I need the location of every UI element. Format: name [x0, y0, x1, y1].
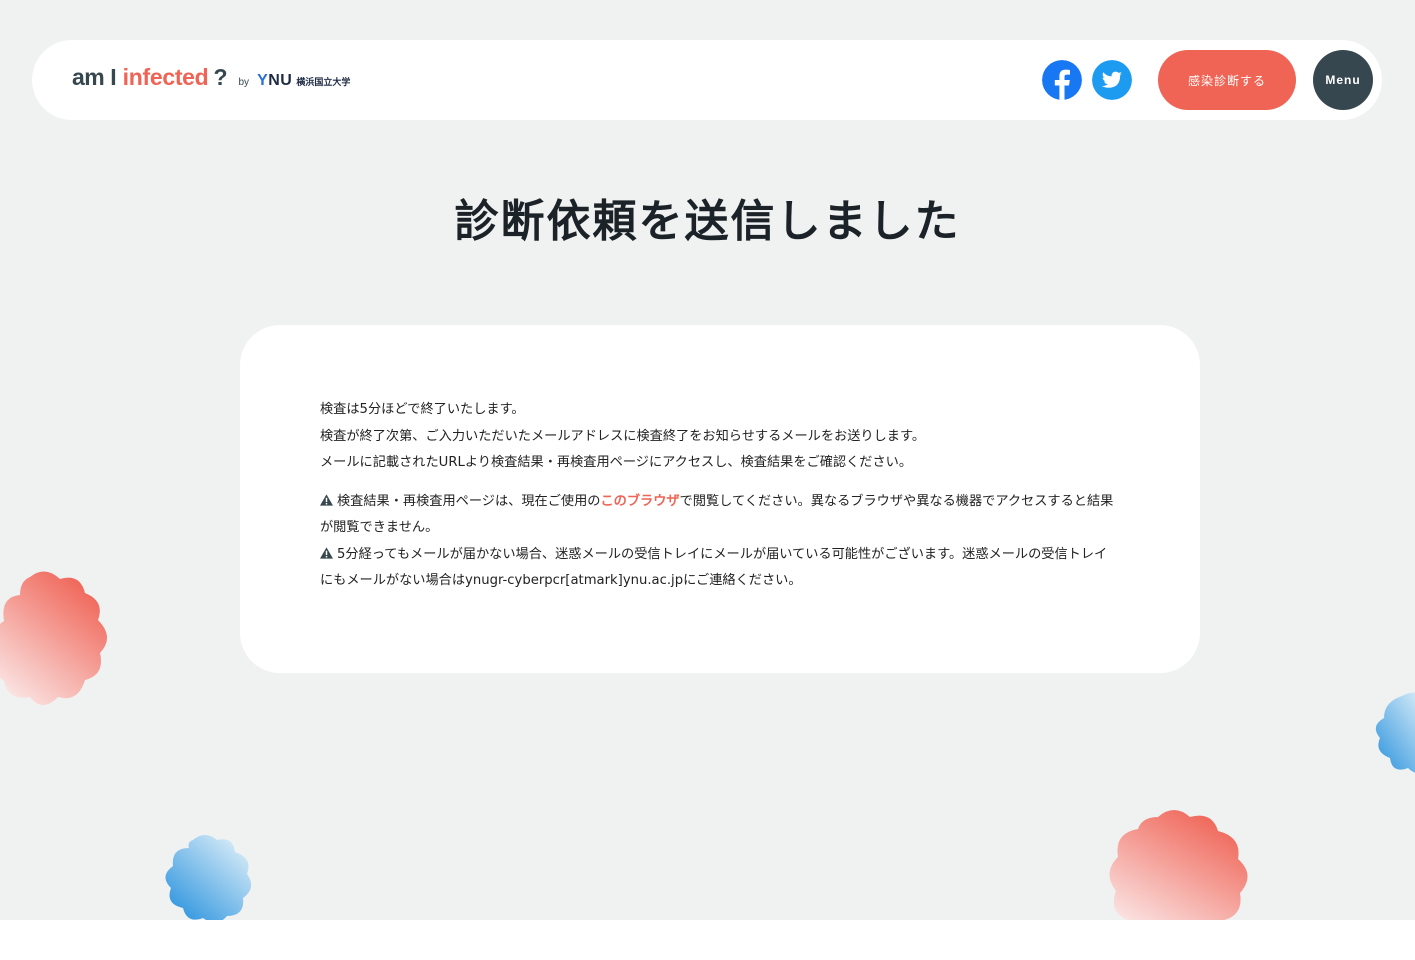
logo-am-text: am [72, 64, 105, 90]
site-logo[interactable]: am I infected ? by YNU 横浜国立大学 [72, 64, 350, 96]
diagnose-button[interactable]: 感染診断する [1158, 50, 1296, 110]
logo-infected-text: infected [122, 64, 209, 90]
message-line: 検査が終了次第、ご入力いただいたメールアドレスに検査終了をお知らせするメールをお… [320, 428, 926, 444]
notes: 検査結果・再検査用ページは、現在ご使用のこのブラウザで閲覧してください。異なるブ… [320, 489, 1120, 595]
logo-by-text: by [238, 77, 250, 88]
logo-i-text: I [110, 64, 117, 90]
email-note: 5分経ってもメールが届かない場合、迷惑メールの受信トレイにメールが届いている可能… [320, 542, 1120, 595]
ynu-logo-y: Y [257, 72, 269, 89]
logo-question-mark: ? [213, 64, 228, 90]
decorative-blue-blob-right [1375, 692, 1415, 773]
message-body: 検査は5分ほどで終了いたします。 検査が終了次第、ご入力いただいたメールアドレス… [320, 397, 1120, 595]
facebook-icon[interactable] [1042, 60, 1082, 100]
warning-icon [320, 546, 333, 559]
message-line: メールに記載されたURLより検査結果・再検査用ページにアクセスし、検査結果をご確… [320, 455, 913, 470]
ynu-logo-nu: NU [268, 72, 293, 89]
decorative-red-blob-bottom-right [1109, 810, 1248, 920]
email-note-text: 5分経ってもメールが届かない場合、迷惑メールの受信トレイにメールが届いている可能… [320, 546, 1108, 589]
browser-note-text-pre: 検査結果・再検査用ページは、現在ご使用の [337, 493, 601, 509]
this-browser-emphasis: このブラウザ [600, 493, 680, 509]
menu-button[interactable]: Menu [1313, 50, 1373, 110]
warning-icon [320, 493, 333, 506]
ynu-logo: YNU [257, 72, 292, 90]
message-line: 検査は5分ほどで終了いたします。 [320, 402, 525, 417]
twitter-icon[interactable] [1092, 60, 1132, 100]
browser-note: 検査結果・再検査用ページは、現在ご使用のこのブラウザで閲覧してください。異なるブ… [320, 489, 1120, 542]
page-title: 診断依頼を送信しました [454, 196, 961, 247]
decorative-blue-blob-bottom-left [165, 835, 252, 920]
university-name: 横浜国立大学 [296, 78, 351, 88]
message-card: 検査は5分ほどで終了いたします。 検査が終了次第、ご入力いただいたメールアドレス… [240, 325, 1200, 673]
decorative-red-blob-left [0, 571, 107, 705]
site-header: am I infected ? by YNU 横浜国立大学 感染診断する Men… [32, 40, 1382, 120]
